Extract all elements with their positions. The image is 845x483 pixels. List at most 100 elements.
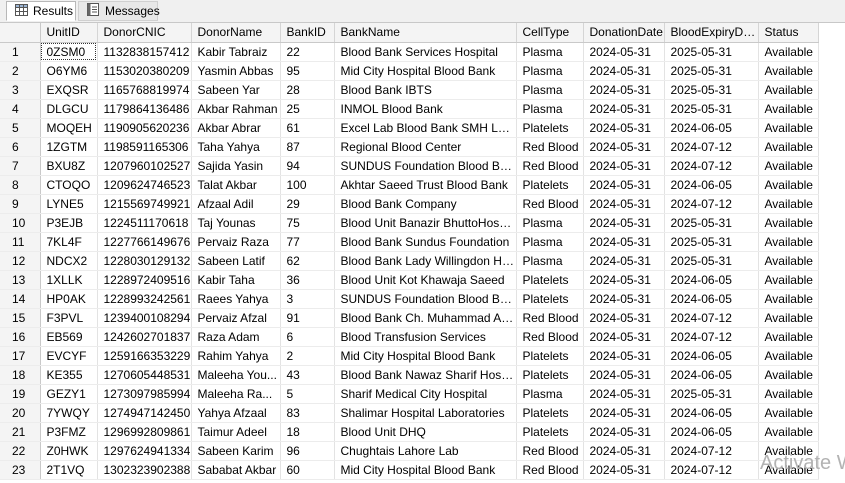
column-header-unitid[interactable]: UnitID — [40, 23, 98, 43]
cell-bloodexpirydate[interactable]: 2024-06-05 — [664, 118, 759, 138]
row-number-cell[interactable]: 4 — [0, 99, 41, 119]
cell-celltype[interactable]: Platelets — [516, 346, 584, 366]
cell-bankname[interactable]: Blood Bank Company — [334, 194, 517, 214]
cell-bloodexpirydate[interactable]: 2024-07-12 — [664, 327, 759, 347]
cell-bloodexpirydate[interactable]: 2025-05-31 — [664, 232, 759, 252]
cell-bankname[interactable]: Mid City Hospital Blood Bank — [334, 460, 517, 480]
cell-bankid[interactable]: 18 — [280, 422, 335, 442]
table-row[interactable]: 10 P3EJB 1224511170618 Taj Younas 75 Blood Un… — [0, 213, 819, 233]
cell-donorcnic[interactable]: 1228993242561 — [97, 289, 192, 309]
cell-status[interactable]: Available — [758, 346, 819, 366]
table-row[interactable]: 21 P3FMZ 1296992809861 Taimur Adeel 18 Blood … — [0, 422, 819, 442]
cell-bankname[interactable]: Mid City Hospital Blood Bank — [334, 346, 517, 366]
cell-celltype[interactable]: Red Blood — [516, 460, 584, 480]
cell-status[interactable]: Available — [758, 118, 819, 138]
cell-celltype[interactable]: Plasma — [516, 42, 584, 62]
cell-bankname[interactable]: Excel Lab Blood Bank SMH Lahore — [334, 118, 517, 138]
cell-bankname[interactable]: Shalimar Hospital Laboratories — [334, 403, 517, 423]
table-row[interactable]: 6 1ZGTM 1198591165306 Taha Yahya 87 Regional … — [0, 137, 819, 157]
cell-donorcnic[interactable]: 1228030129132 — [97, 251, 192, 271]
cell-unitid[interactable]: 1ZGTM — [40, 137, 98, 157]
cell-donorcnic[interactable]: 1302323902388 — [97, 460, 192, 480]
cell-bankname[interactable]: Blood Bank Nawaz Sharif Hospital — [334, 365, 517, 385]
cell-bankname[interactable]: Blood Bank Ch. Muhammad Akra... — [334, 308, 517, 328]
cell-donorcnic[interactable]: 1179864136486 — [97, 99, 192, 119]
cell-bankid[interactable]: 94 — [280, 156, 335, 176]
table-row[interactable]: 23 2T1VQ 1302323902388 Sababat Akbar 60 Mid C… — [0, 460, 819, 480]
cell-donorname[interactable]: Rahim Yahya — [191, 346, 281, 366]
cell-donorname[interactable]: Maleeha Ra... — [191, 384, 281, 404]
cell-bankid[interactable]: 96 — [280, 441, 335, 461]
cell-bloodexpirydate[interactable]: 2024-06-05 — [664, 346, 759, 366]
cell-bankname[interactable]: INMOL Blood Bank — [334, 99, 517, 119]
cell-bloodexpirydate[interactable]: 2024-06-05 — [664, 270, 759, 290]
table-row[interactable]: 1 0ZSM0 1132838157412 Kabir Tabraiz 22 Blood … — [0, 42, 819, 62]
cell-donationdate[interactable]: 2024-05-31 — [583, 422, 665, 442]
cell-bankid[interactable]: 87 — [280, 137, 335, 157]
cell-bankid[interactable]: 100 — [280, 175, 335, 195]
cell-status[interactable]: Available — [758, 213, 819, 233]
cell-donationdate[interactable]: 2024-05-31 — [583, 80, 665, 100]
cell-unitid[interactable]: Z0HWK — [40, 441, 98, 461]
cell-bloodexpirydate[interactable]: 2024-06-05 — [664, 422, 759, 442]
cell-status[interactable]: Available — [758, 42, 819, 62]
cell-unitid[interactable]: GEZY1 — [40, 384, 98, 404]
table-row[interactable]: 7 BXU8Z 1207960102527 Sajida Yasin 94 SUNDUS … — [0, 156, 819, 176]
cell-celltype[interactable]: Platelets — [516, 270, 584, 290]
column-header-donationdate[interactable]: DonationDate — [583, 23, 665, 43]
cell-donorcnic[interactable]: 1239400108294 — [97, 308, 192, 328]
cell-status[interactable]: Available — [758, 99, 819, 119]
cell-status[interactable]: Available — [758, 61, 819, 81]
cell-donorcnic[interactable]: 1259166353229 — [97, 346, 192, 366]
cell-donationdate[interactable]: 2024-05-31 — [583, 251, 665, 271]
cell-donationdate[interactable]: 2024-05-31 — [583, 118, 665, 138]
cell-status[interactable]: Available — [758, 270, 819, 290]
row-number-cell[interactable]: 20 — [0, 403, 41, 423]
cell-donationdate[interactable]: 2024-05-31 — [583, 365, 665, 385]
cell-donorcnic[interactable]: 1132838157412 — [97, 42, 192, 62]
table-row[interactable]: 15 F3PVL 1239400108294 Pervaiz Afzal 91 Blood… — [0, 308, 819, 328]
cell-donationdate[interactable]: 2024-05-31 — [583, 213, 665, 233]
cell-unitid[interactable]: LYNE5 — [40, 194, 98, 214]
table-row[interactable]: 4 DLGCU 1179864136486 Akbar Rahman 25 INMOL B… — [0, 99, 819, 119]
row-number-cell[interactable]: 7 — [0, 156, 41, 176]
cell-donorcnic[interactable]: 1297624941334 — [97, 441, 192, 461]
cell-donationdate[interactable]: 2024-05-31 — [583, 346, 665, 366]
cell-donorname[interactable]: Yasmin Abbas — [191, 61, 281, 81]
table-row[interactable]: 16 EB569 1242602701837 Raza Adam 6 Blood Tran… — [0, 327, 819, 347]
cell-bankid[interactable]: 3 — [280, 289, 335, 309]
cell-bankid[interactable]: 77 — [280, 232, 335, 252]
cell-bankname[interactable]: Sharif Medical City Hospital — [334, 384, 517, 404]
cell-bloodexpirydate[interactable]: 2025-05-31 — [664, 213, 759, 233]
cell-bankid[interactable]: 6 — [280, 327, 335, 347]
row-number-cell[interactable]: 16 — [0, 327, 41, 347]
cell-status[interactable]: Available — [758, 251, 819, 271]
cell-donorname[interactable]: Yahya Afzaal — [191, 403, 281, 423]
cell-donorname[interactable]: Sabeen Yar — [191, 80, 281, 100]
table-row[interactable]: 5 MOQEH 1190905620236 Akbar Abrar 61 Excel La… — [0, 118, 819, 138]
cell-bankid[interactable]: 91 — [280, 308, 335, 328]
cell-donorname[interactable]: Raees Yahya — [191, 289, 281, 309]
cell-bloodexpirydate[interactable]: 2025-05-31 — [664, 251, 759, 271]
column-header-bankid[interactable]: BankID — [280, 23, 335, 43]
table-row[interactable]: 22 Z0HWK 1297624941334 Sabeen Karim 96 Chught… — [0, 441, 819, 461]
cell-bloodexpirydate[interactable]: 2025-05-31 — [664, 61, 759, 81]
cell-bloodexpirydate[interactable]: 2024-07-12 — [664, 156, 759, 176]
row-number-cell[interactable]: 5 — [0, 118, 41, 138]
table-row[interactable]: 18 KE355 1270605448531 Maleeha You... 43 Bloo… — [0, 365, 819, 385]
cell-donationdate[interactable]: 2024-05-31 — [583, 270, 665, 290]
row-number-cell[interactable]: 14 — [0, 289, 41, 309]
cell-unitid[interactable]: CTOQO — [40, 175, 98, 195]
cell-donorname[interactable]: Akbar Rahman — [191, 99, 281, 119]
cell-celltype[interactable]: Platelets — [516, 403, 584, 423]
row-number-cell[interactable]: 23 — [0, 460, 41, 480]
cell-unitid[interactable]: BXU8Z — [40, 156, 98, 176]
cell-donationdate[interactable]: 2024-05-31 — [583, 403, 665, 423]
table-row[interactable]: 14 HP0AK 1228993242561 Raees Yahya 3 SUNDUS F… — [0, 289, 819, 309]
table-row[interactable]: 12 NDCX2 1228030129132 Sabeen Latif 62 Blood … — [0, 251, 819, 271]
cell-donorcnic[interactable]: 1165768819974 — [97, 80, 192, 100]
cell-donationdate[interactable]: 2024-05-31 — [583, 327, 665, 347]
cell-donorcnic[interactable]: 1227766149676 — [97, 232, 192, 252]
cell-celltype[interactable]: Plasma — [516, 232, 584, 252]
row-number-cell[interactable]: 13 — [0, 270, 41, 290]
